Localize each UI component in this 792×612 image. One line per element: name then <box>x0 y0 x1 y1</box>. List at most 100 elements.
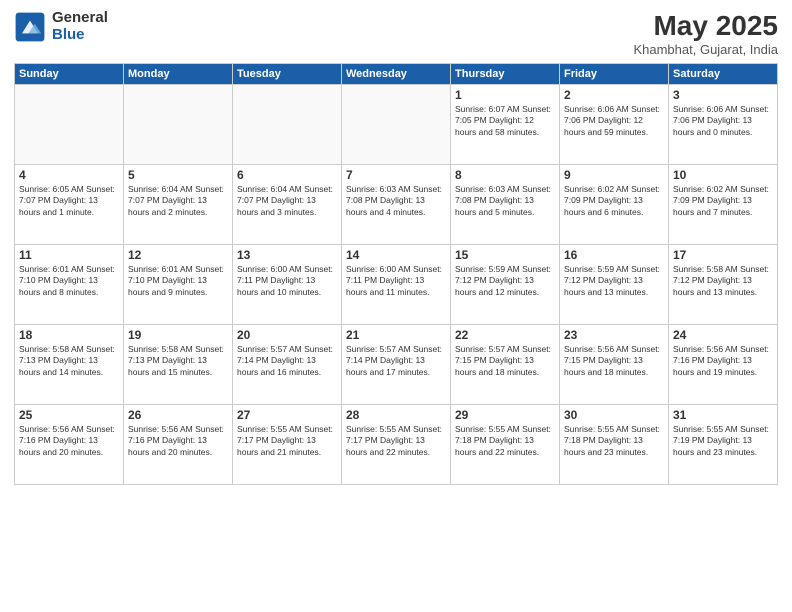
day-number: 15 <box>455 248 555 262</box>
day-info: Sunrise: 6:02 AM Sunset: 7:09 PM Dayligh… <box>564 184 664 218</box>
day-info: Sunrise: 5:58 AM Sunset: 7:13 PM Dayligh… <box>19 344 119 378</box>
day-cell: 5 Sunrise: 6:04 AM Sunset: 7:07 PM Daylig… <box>124 165 233 245</box>
day-cell: 10Sunrise: 6:02 AM Sunset: 7:09 PM Dayli… <box>669 165 778 245</box>
day-info: Sunrise: 5:55 AM Sunset: 7:18 PM Dayligh… <box>564 424 664 458</box>
day-info: Sunrise: 6:05 AM Sunset: 7:07 PM Dayligh… <box>19 184 119 218</box>
header: General Blue May 2025 Khambhat, Gujarat,… <box>14 10 778 57</box>
day-info: Sunrise: 5:58 AM Sunset: 7:13 PM Dayligh… <box>128 344 228 378</box>
day-cell: 7Sunrise: 6:03 AM Sunset: 7:08 PM Daylig… <box>342 165 451 245</box>
day-info: Sunrise: 5:56 AM Sunset: 7:16 PM Dayligh… <box>673 344 773 378</box>
day-info: Sunrise: 5:55 AM Sunset: 7:19 PM Dayligh… <box>673 424 773 458</box>
week-row-2: 4 Sunrise: 6:05 AM Sunset: 7:07 PM Daylig… <box>15 165 778 245</box>
day-cell <box>15 85 124 165</box>
day-number: 10 <box>673 168 773 182</box>
day-number: 21 <box>346 328 446 342</box>
day-cell: 17Sunrise: 5:58 AM Sunset: 7:12 PM Dayli… <box>669 245 778 325</box>
day-info: Sunrise: 6:00 AM Sunset: 7:11 PM Dayligh… <box>237 264 337 298</box>
day-cell: 24Sunrise: 5:56 AM Sunset: 7:16 PM Dayli… <box>669 325 778 405</box>
month-title: May 2025 <box>633 10 778 42</box>
day-cell <box>342 85 451 165</box>
day-cell: 19Sunrise: 5:58 AM Sunset: 7:13 PM Dayli… <box>124 325 233 405</box>
day-info: Sunrise: 6:00 AM Sunset: 7:11 PM Dayligh… <box>346 264 446 298</box>
logo-text: General Blue <box>52 10 108 43</box>
day-number: 31 <box>673 408 773 422</box>
day-number: 4 <box>19 168 119 182</box>
day-info: Sunrise: 5:55 AM Sunset: 7:17 PM Dayligh… <box>346 424 446 458</box>
day-info: Sunrise: 5:57 AM Sunset: 7:14 PM Dayligh… <box>346 344 446 378</box>
week-row-5: 25 Sunrise: 5:56 AM Sunset: 7:16 PM Dayli… <box>15 405 778 485</box>
calendar-body: 1 Sunrise: 6:07 AM Sunset: 7:05 PM Daylig… <box>15 85 778 485</box>
day-cell: 28Sunrise: 5:55 AM Sunset: 7:17 PM Dayli… <box>342 405 451 485</box>
day-cell: 15 Sunrise: 5:59 AM Sunset: 7:12 PM Dayli… <box>451 245 560 325</box>
day-number: 22 <box>455 328 555 342</box>
day-info: Sunrise: 5:57 AM Sunset: 7:14 PM Dayligh… <box>237 344 337 378</box>
day-number: 30 <box>564 408 664 422</box>
day-info: Sunrise: 5:59 AM Sunset: 7:12 PM Dayligh… <box>564 264 664 298</box>
day-number: 11 <box>19 248 119 262</box>
day-cell: 20 Sunrise: 5:57 AM Sunset: 7:14 PM Dayli… <box>233 325 342 405</box>
day-number: 9 <box>564 168 664 182</box>
day-cell: 2Sunrise: 6:06 AM Sunset: 7:06 PM Daylig… <box>560 85 669 165</box>
week-row-3: 11 Sunrise: 6:01 AM Sunset: 7:10 PM Dayli… <box>15 245 778 325</box>
day-info: Sunrise: 6:01 AM Sunset: 7:10 PM Dayligh… <box>19 264 119 298</box>
logo-general-text: General <box>52 10 108 27</box>
day-number: 23 <box>564 328 664 342</box>
col-wednesday: Wednesday <box>342 64 451 85</box>
day-info: Sunrise: 5:56 AM Sunset: 7:16 PM Dayligh… <box>128 424 228 458</box>
day-cell: 21 Sunrise: 5:57 AM Sunset: 7:14 PM Dayli… <box>342 325 451 405</box>
page: General Blue May 2025 Khambhat, Gujarat,… <box>0 0 792 612</box>
day-number: 5 <box>128 168 228 182</box>
day-info: Sunrise: 6:06 AM Sunset: 7:06 PM Dayligh… <box>673 104 773 138</box>
day-info: Sunrise: 6:04 AM Sunset: 7:07 PM Dayligh… <box>128 184 228 218</box>
calendar-table: Sunday Monday Tuesday Wednesday Thursday… <box>14 63 778 485</box>
day-number: 3 <box>673 88 773 102</box>
day-cell: 8Sunrise: 6:03 AM Sunset: 7:08 PM Daylig… <box>451 165 560 245</box>
day-info: Sunrise: 5:55 AM Sunset: 7:17 PM Dayligh… <box>237 424 337 458</box>
day-number: 25 <box>19 408 119 422</box>
col-monday: Monday <box>124 64 233 85</box>
day-cell: 1 Sunrise: 6:07 AM Sunset: 7:05 PM Daylig… <box>451 85 560 165</box>
day-cell <box>124 85 233 165</box>
logo-blue-text: Blue <box>52 27 108 44</box>
day-number: 2 <box>564 88 664 102</box>
day-number: 16 <box>564 248 664 262</box>
day-cell: 27 Sunrise: 5:55 AM Sunset: 7:17 PM Dayli… <box>233 405 342 485</box>
day-number: 27 <box>237 408 337 422</box>
day-number: 12 <box>128 248 228 262</box>
day-cell: 12 Sunrise: 6:01 AM Sunset: 7:10 PM Dayli… <box>124 245 233 325</box>
col-friday: Friday <box>560 64 669 85</box>
day-cell: 6Sunrise: 6:04 AM Sunset: 7:07 PM Daylig… <box>233 165 342 245</box>
day-cell: 18Sunrise: 5:58 AM Sunset: 7:13 PM Dayli… <box>15 325 124 405</box>
day-cell: 23 Sunrise: 5:56 AM Sunset: 7:15 PM Dayli… <box>560 325 669 405</box>
day-number: 13 <box>237 248 337 262</box>
day-info: Sunrise: 6:07 AM Sunset: 7:05 PM Dayligh… <box>455 104 555 138</box>
col-sunday: Sunday <box>15 64 124 85</box>
day-cell: 4 Sunrise: 6:05 AM Sunset: 7:07 PM Daylig… <box>15 165 124 245</box>
col-thursday: Thursday <box>451 64 560 85</box>
day-cell: 22Sunrise: 5:57 AM Sunset: 7:15 PM Dayli… <box>451 325 560 405</box>
day-number: 29 <box>455 408 555 422</box>
header-row: Sunday Monday Tuesday Wednesday Thursday… <box>15 64 778 85</box>
day-info: Sunrise: 6:01 AM Sunset: 7:10 PM Dayligh… <box>128 264 228 298</box>
day-cell: 9 Sunrise: 6:02 AM Sunset: 7:09 PM Daylig… <box>560 165 669 245</box>
day-cell: 3 Sunrise: 6:06 AM Sunset: 7:06 PM Daylig… <box>669 85 778 165</box>
week-row-4: 18Sunrise: 5:58 AM Sunset: 7:13 PM Dayli… <box>15 325 778 405</box>
location: Khambhat, Gujarat, India <box>633 42 778 57</box>
day-number: 7 <box>346 168 446 182</box>
day-number: 14 <box>346 248 446 262</box>
title-area: May 2025 Khambhat, Gujarat, India <box>633 10 778 57</box>
day-info: Sunrise: 5:55 AM Sunset: 7:18 PM Dayligh… <box>455 424 555 458</box>
day-cell: 25 Sunrise: 5:56 AM Sunset: 7:16 PM Dayli… <box>15 405 124 485</box>
day-info: Sunrise: 5:56 AM Sunset: 7:15 PM Dayligh… <box>564 344 664 378</box>
day-info: Sunrise: 5:59 AM Sunset: 7:12 PM Dayligh… <box>455 264 555 298</box>
day-number: 17 <box>673 248 773 262</box>
day-cell <box>233 85 342 165</box>
day-number: 1 <box>455 88 555 102</box>
calendar-header: Sunday Monday Tuesday Wednesday Thursday… <box>15 64 778 85</box>
day-info: Sunrise: 5:56 AM Sunset: 7:16 PM Dayligh… <box>19 424 119 458</box>
day-cell: 11 Sunrise: 6:01 AM Sunset: 7:10 PM Dayli… <box>15 245 124 325</box>
day-cell: 14 Sunrise: 6:00 AM Sunset: 7:11 PM Dayli… <box>342 245 451 325</box>
day-cell: 29 Sunrise: 5:55 AM Sunset: 7:18 PM Dayli… <box>451 405 560 485</box>
day-number: 20 <box>237 328 337 342</box>
day-cell: 30 Sunrise: 5:55 AM Sunset: 7:18 PM Dayli… <box>560 405 669 485</box>
